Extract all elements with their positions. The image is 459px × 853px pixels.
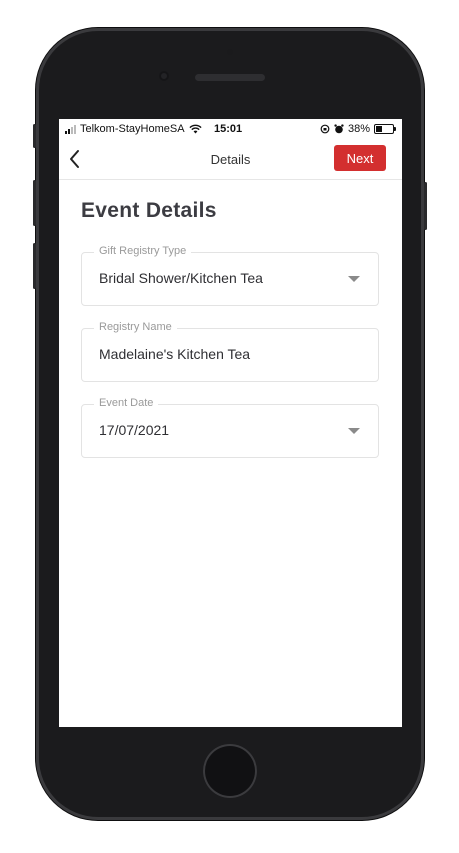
carrier-name: Telkom-StayHomeSA bbox=[80, 123, 185, 135]
proximity-sensor bbox=[227, 49, 233, 55]
volume-up-button bbox=[33, 180, 36, 226]
orientation-lock-icon bbox=[320, 124, 330, 134]
app-screen: Telkom-StayHomeSA 15:01 38% Details Next… bbox=[59, 119, 402, 727]
event-date-value: 17/07/2021 bbox=[99, 422, 170, 438]
registry-name-field[interactable]: Registry Name Madelaine's Kitchen Tea bbox=[81, 321, 379, 382]
back-chevron-icon[interactable] bbox=[65, 147, 85, 171]
volume-down-button bbox=[33, 243, 36, 289]
dropdown-arrow-icon bbox=[348, 428, 360, 434]
gift-registry-type-select[interactable]: Gift Registry Type Bridal Shower/Kitchen… bbox=[81, 245, 379, 306]
earpiece-speaker bbox=[195, 74, 265, 81]
status-bar: Telkom-StayHomeSA 15:01 38% bbox=[59, 119, 402, 139]
next-button[interactable]: Next bbox=[334, 145, 386, 171]
gift-registry-type-label: Gift Registry Type bbox=[94, 245, 192, 257]
page-title: Event Details bbox=[81, 199, 217, 222]
event-date-label: Event Date bbox=[94, 397, 159, 409]
battery-percent: 38% bbox=[347, 123, 370, 135]
dropdown-arrow-icon bbox=[348, 276, 360, 282]
event-date-select[interactable]: Event Date 17/07/2021 bbox=[81, 397, 379, 458]
signal-icon bbox=[65, 124, 76, 134]
front-camera bbox=[159, 71, 169, 81]
status-time: 15:01 bbox=[214, 123, 243, 135]
registry-name-label: Registry Name bbox=[94, 321, 177, 333]
registry-name-value: Madelaine's Kitchen Tea bbox=[99, 346, 251, 362]
wifi-icon bbox=[188, 124, 202, 134]
home-button[interactable] bbox=[203, 744, 257, 798]
navigation-bar: Details Next bbox=[59, 139, 402, 180]
battery-icon bbox=[374, 124, 396, 134]
power-button bbox=[424, 182, 427, 230]
silent-switch bbox=[33, 124, 36, 148]
alarm-icon bbox=[334, 124, 344, 134]
gift-registry-type-value: Bridal Shower/Kitchen Tea bbox=[99, 270, 263, 286]
